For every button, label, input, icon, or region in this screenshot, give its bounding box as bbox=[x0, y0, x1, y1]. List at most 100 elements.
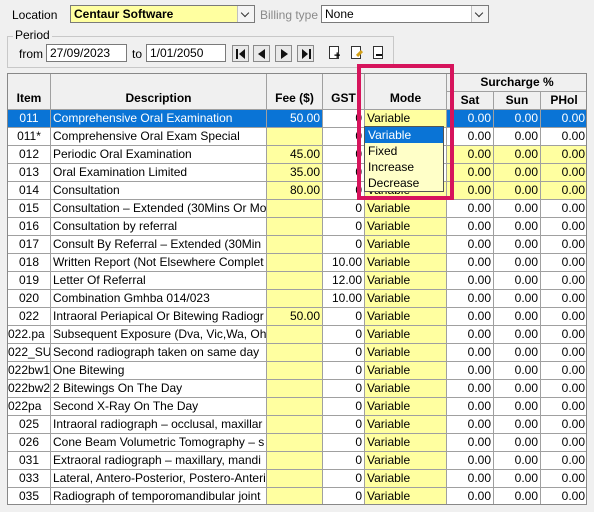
cell-gst[interactable]: 0 bbox=[323, 182, 365, 200]
table-row[interactable]: 035 Radiograph of temporomandibular joint… bbox=[8, 488, 586, 504]
cell-desc[interactable]: Lateral, Antero-Posterior, Postero-Anter… bbox=[51, 470, 267, 488]
cell-fee[interactable] bbox=[267, 290, 323, 308]
cell-desc[interactable]: Periodic Oral Examination bbox=[51, 146, 267, 164]
cell-gst[interactable]: 10.00 bbox=[323, 254, 365, 272]
cell-desc[interactable]: Consult By Referral – Extended (30Min bbox=[51, 236, 267, 254]
cell-fee[interactable] bbox=[267, 380, 323, 398]
cell-mode[interactable]: Variable bbox=[365, 218, 447, 236]
next-record-button[interactable] bbox=[275, 45, 292, 62]
edit-record-button[interactable] bbox=[348, 45, 365, 62]
table-row[interactable]: 026 Cone Beam Volumetric Tomography – s 0V… bbox=[8, 434, 586, 452]
cell-mode[interactable]: Variable bbox=[365, 200, 447, 218]
table-row[interactable]: 011* Comprehensive Oral Exam Special 0 0.00… bbox=[8, 128, 586, 146]
cell-sat[interactable]: 0.00 bbox=[447, 146, 494, 164]
cell-item[interactable]: 022bw1 bbox=[8, 362, 51, 380]
cell-desc[interactable]: Second radiograph taken on same day bbox=[51, 344, 267, 362]
cell-gst[interactable]: 0 bbox=[323, 362, 365, 380]
cell-fee[interactable] bbox=[267, 272, 323, 290]
cell-sat[interactable]: 0.00 bbox=[447, 272, 494, 290]
cell-sat[interactable]: 0.00 bbox=[447, 290, 494, 308]
mode-dropdown-list[interactable]: Variable Fixed Increase Decrease bbox=[364, 126, 444, 192]
cell-gst[interactable]: 10.00 bbox=[323, 290, 365, 308]
cell-sat[interactable]: 0.00 bbox=[447, 110, 494, 128]
cell-item[interactable]: 025 bbox=[8, 416, 51, 434]
cell-mode[interactable]: Variable bbox=[365, 380, 447, 398]
table-row[interactable]: 022.pa Subsequent Exposure (Dva, Vic,Wa, … bbox=[8, 326, 586, 344]
table-row[interactable]: 014Consultation80.000Variable0.000.000.0… bbox=[8, 182, 586, 200]
cell-gst[interactable]: 0 bbox=[323, 146, 365, 164]
cell-desc[interactable]: Written Report (Not Elsewhere Complet bbox=[51, 254, 267, 272]
cell-gst[interactable]: 0 bbox=[323, 470, 365, 488]
cell-sun[interactable]: 0.00 bbox=[494, 128, 541, 146]
cell-sat[interactable]: 0.00 bbox=[447, 218, 494, 236]
cell-fee[interactable] bbox=[267, 470, 323, 488]
cell-gst[interactable]: 0 bbox=[323, 128, 365, 146]
cell-desc[interactable]: 2 Bitewings On The Day bbox=[51, 380, 267, 398]
cell-phol[interactable]: 0.00 bbox=[541, 326, 586, 344]
table-row[interactable]: 017 Consult By Referral – Extended (30Min… bbox=[8, 236, 586, 254]
table-row[interactable]: 015 Consultation – Extended (30Mins Or Mo… bbox=[8, 200, 586, 218]
cell-item[interactable]: 013 bbox=[8, 164, 51, 182]
cell-sun[interactable]: 0.00 bbox=[494, 290, 541, 308]
table-row[interactable]: 022_SU Second radiograph taken on same da… bbox=[8, 344, 586, 362]
cell-mode[interactable]: Variable bbox=[365, 290, 447, 308]
table-row[interactable]: 016 Consultation by referral 0 Variable 0.00… bbox=[8, 218, 586, 236]
cell-item[interactable]: 033 bbox=[8, 470, 51, 488]
cell-sat[interactable]: 0.00 bbox=[447, 326, 494, 344]
column-header-gst[interactable]: GST bbox=[323, 74, 365, 110]
cell-mode[interactable]: Variable bbox=[365, 344, 447, 362]
cell-item[interactable]: 022bw2 bbox=[8, 380, 51, 398]
cell-sat[interactable]: 0.00 bbox=[447, 308, 494, 326]
cell-desc[interactable]: Consultation by referral bbox=[51, 218, 267, 236]
cell-sun[interactable]: 0.00 bbox=[494, 398, 541, 416]
cell-item[interactable]: 022.pa bbox=[8, 326, 51, 344]
cell-fee[interactable] bbox=[267, 236, 323, 254]
cell-phol[interactable]: 0.00 bbox=[541, 344, 586, 362]
cell-sun[interactable]: 0.00 bbox=[494, 362, 541, 380]
cell-sat[interactable]: 0.00 bbox=[447, 452, 494, 470]
table-row[interactable]: 022 Intraoral Periapical Or Bitewing Radi… bbox=[8, 308, 586, 326]
cell-phol[interactable]: 0.00 bbox=[541, 164, 586, 182]
table-row[interactable]: 031 Extraoral radiograph – maxillary, ma… bbox=[8, 452, 586, 470]
cell-item[interactable]: 022 bbox=[8, 308, 51, 326]
cell-fee[interactable]: 80.00 bbox=[267, 182, 323, 200]
cell-sat[interactable]: 0.00 bbox=[447, 434, 494, 452]
cell-phol[interactable]: 0.00 bbox=[541, 380, 586, 398]
cell-gst[interactable]: 0 bbox=[323, 452, 365, 470]
cell-phol[interactable]: 0.00 bbox=[541, 452, 586, 470]
last-record-button[interactable] bbox=[297, 45, 314, 62]
cell-sun[interactable]: 0.00 bbox=[494, 416, 541, 434]
mode-option[interactable]: Increase bbox=[365, 159, 443, 175]
cell-desc[interactable]: Comprehensive Oral Examination bbox=[51, 110, 267, 128]
cell-item[interactable]: 015 bbox=[8, 200, 51, 218]
cell-fee[interactable] bbox=[267, 434, 323, 452]
cell-sun[interactable]: 0.00 bbox=[494, 254, 541, 272]
table-row[interactable]: 022pa Second X-Ray On The Day 0 Variable 0.0… bbox=[8, 398, 586, 416]
chevron-down-icon[interactable] bbox=[471, 6, 488, 22]
cell-mode[interactable]: Variable bbox=[365, 236, 447, 254]
cell-desc[interactable]: Oral Examination Limited bbox=[51, 164, 267, 182]
cell-sat[interactable]: 0.00 bbox=[447, 200, 494, 218]
cell-sun[interactable]: 0.00 bbox=[494, 272, 541, 290]
cell-sat[interactable]: 0.00 bbox=[447, 344, 494, 362]
cell-phol[interactable]: 0.00 bbox=[541, 236, 586, 254]
cell-item[interactable]: 019 bbox=[8, 272, 51, 290]
cell-mode[interactable]: Variable bbox=[365, 326, 447, 344]
cell-fee[interactable] bbox=[267, 218, 323, 236]
column-header-sat[interactable]: Sat bbox=[447, 92, 494, 110]
to-date-field[interactable]: 1/01/2050 bbox=[146, 44, 226, 62]
cell-phol[interactable]: 0.00 bbox=[541, 128, 586, 146]
cell-fee[interactable]: 50.00 bbox=[267, 110, 323, 128]
table-row[interactable]: 012 Periodic Oral Examination 45.00 0 0.00 0.… bbox=[8, 146, 586, 164]
cell-sun[interactable]: 0.00 bbox=[494, 470, 541, 488]
cell-sat[interactable]: 0.00 bbox=[447, 164, 494, 182]
cell-mode[interactable]: Variable bbox=[365, 470, 447, 488]
cell-fee[interactable]: 50.00 bbox=[267, 308, 323, 326]
cell-gst[interactable]: 0 bbox=[323, 110, 365, 128]
cell-fee[interactable] bbox=[267, 362, 323, 380]
cell-phol[interactable]: 0.00 bbox=[541, 488, 586, 504]
cell-phol[interactable]: 0.00 bbox=[541, 218, 586, 236]
cell-item[interactable]: 020 bbox=[8, 290, 51, 308]
cell-gst[interactable]: 0 bbox=[323, 488, 365, 504]
cell-gst[interactable]: 0 bbox=[323, 416, 365, 434]
